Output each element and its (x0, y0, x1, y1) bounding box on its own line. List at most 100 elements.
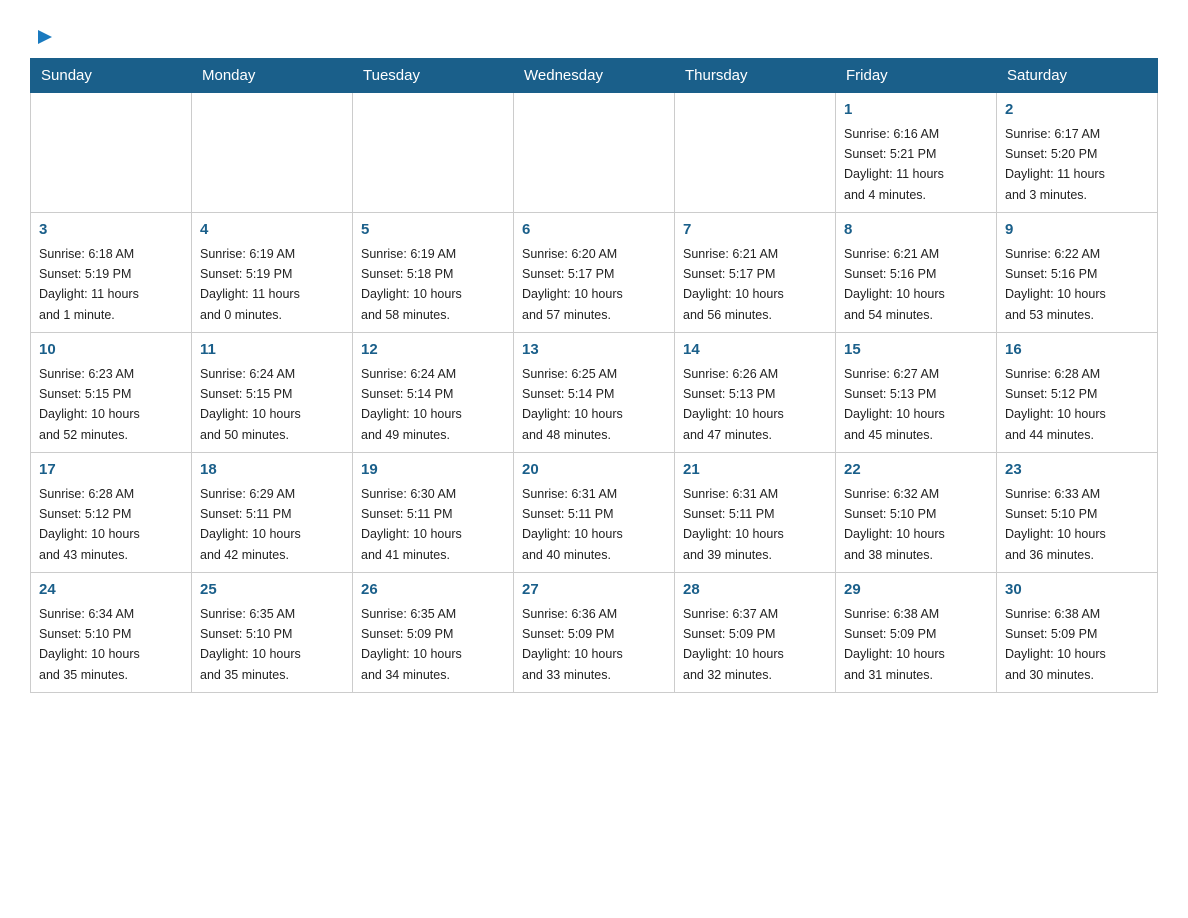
calendar-cell: 28 Sunrise: 6:37 AM Sunset: 5:09 PM Dayli… (675, 573, 836, 693)
day-number: 23 (1005, 459, 1149, 482)
calendar-cell: 16Sunrise: 6:28 AM Sunset: 5:12 PM Dayli… (997, 333, 1158, 453)
weekday-header-sunday: Sunday (31, 59, 192, 93)
day-number: 19 (361, 459, 505, 482)
calendar-cell: 30Sunrise: 6:38 AM Sunset: 5:09 PM Dayli… (997, 573, 1158, 693)
weekday-header-wednesday: Wednesday (514, 59, 675, 93)
day-number: 8 (844, 219, 988, 242)
calendar-cell (192, 93, 353, 213)
day-info: Sunrise: 6:31 AM Sunset: 5:11 PM Dayligh… (683, 487, 784, 562)
day-number: 17 (39, 459, 183, 482)
calendar-cell (353, 93, 514, 213)
day-info: Sunrise: 6:25 AM Sunset: 5:14 PM Dayligh… (522, 367, 623, 442)
calendar-cell: 26 Sunrise: 6:35 AM Sunset: 5:09 PM Dayli… (353, 573, 514, 693)
calendar-week-row: 24Sunrise: 6:34 AM Sunset: 5:10 PM Dayli… (31, 573, 1158, 693)
calendar-cell: 5 Sunrise: 6:19 AM Sunset: 5:18 PM Daylig… (353, 213, 514, 333)
calendar-cell: 10 Sunrise: 6:23 AM Sunset: 5:15 PM Dayli… (31, 333, 192, 453)
calendar-cell: 12 Sunrise: 6:24 AM Sunset: 5:14 PM Dayli… (353, 333, 514, 453)
day-number: 25 (200, 579, 344, 602)
calendar-cell: 15 Sunrise: 6:27 AM Sunset: 5:13 PM Dayli… (836, 333, 997, 453)
calendar-cell: 21 Sunrise: 6:31 AM Sunset: 5:11 PM Dayli… (675, 453, 836, 573)
calendar-header-row: SundayMondayTuesdayWednesdayThursdayFrid… (31, 59, 1158, 93)
day-number: 26 (361, 579, 505, 602)
day-info: Sunrise: 6:28 AM Sunset: 5:12 PM Dayligh… (39, 487, 140, 562)
day-info: Sunrise: 6:29 AM Sunset: 5:11 PM Dayligh… (200, 487, 301, 562)
calendar-cell: 1Sunrise: 6:16 AM Sunset: 5:21 PM Daylig… (836, 93, 997, 213)
calendar-cell: 27 Sunrise: 6:36 AM Sunset: 5:09 PM Dayli… (514, 573, 675, 693)
calendar-cell: 25Sunrise: 6:35 AM Sunset: 5:10 PM Dayli… (192, 573, 353, 693)
calendar-cell: 9 Sunrise: 6:22 AM Sunset: 5:16 PM Daylig… (997, 213, 1158, 333)
day-number: 3 (39, 219, 183, 242)
day-number: 24 (39, 579, 183, 602)
calendar-cell: 17 Sunrise: 6:28 AM Sunset: 5:12 PM Dayli… (31, 453, 192, 573)
day-number: 5 (361, 219, 505, 242)
calendar-cell: 20 Sunrise: 6:31 AM Sunset: 5:11 PM Dayli… (514, 453, 675, 573)
day-info: Sunrise: 6:30 AM Sunset: 5:11 PM Dayligh… (361, 487, 462, 562)
calendar-cell: 13Sunrise: 6:25 AM Sunset: 5:14 PM Dayli… (514, 333, 675, 453)
day-info: Sunrise: 6:23 AM Sunset: 5:15 PM Dayligh… (39, 367, 140, 442)
day-number: 27 (522, 579, 666, 602)
day-number: 16 (1005, 339, 1149, 362)
day-info: Sunrise: 6:21 AM Sunset: 5:17 PM Dayligh… (683, 247, 784, 322)
calendar-cell: 29 Sunrise: 6:38 AM Sunset: 5:09 PM Dayli… (836, 573, 997, 693)
weekday-header-monday: Monday (192, 59, 353, 93)
day-number: 15 (844, 339, 988, 362)
day-number: 22 (844, 459, 988, 482)
day-info: Sunrise: 6:24 AM Sunset: 5:14 PM Dayligh… (361, 367, 462, 442)
day-number: 1 (844, 99, 988, 122)
calendar-cell (675, 93, 836, 213)
day-info: Sunrise: 6:24 AM Sunset: 5:15 PM Dayligh… (200, 367, 301, 442)
calendar-week-row: 17 Sunrise: 6:28 AM Sunset: 5:12 PM Dayli… (31, 453, 1158, 573)
day-number: 14 (683, 339, 827, 362)
day-info: Sunrise: 6:22 AM Sunset: 5:16 PM Dayligh… (1005, 247, 1106, 322)
day-number: 29 (844, 579, 988, 602)
day-number: 18 (200, 459, 344, 482)
calendar-cell (514, 93, 675, 213)
weekday-header-thursday: Thursday (675, 59, 836, 93)
day-number: 12 (361, 339, 505, 362)
calendar-cell: 14 Sunrise: 6:26 AM Sunset: 5:13 PM Dayli… (675, 333, 836, 453)
day-number: 21 (683, 459, 827, 482)
calendar-week-row: 3 Sunrise: 6:18 AM Sunset: 5:19 PM Daylig… (31, 213, 1158, 333)
calendar-week-row: 10 Sunrise: 6:23 AM Sunset: 5:15 PM Dayli… (31, 333, 1158, 453)
day-number: 20 (522, 459, 666, 482)
day-info: Sunrise: 6:32 AM Sunset: 5:10 PM Dayligh… (844, 487, 945, 562)
weekday-header-saturday: Saturday (997, 59, 1158, 93)
day-info: Sunrise: 6:19 AM Sunset: 5:19 PM Dayligh… (200, 247, 300, 322)
day-number: 30 (1005, 579, 1149, 602)
day-info: Sunrise: 6:33 AM Sunset: 5:10 PM Dayligh… (1005, 487, 1106, 562)
calendar-cell: 22 Sunrise: 6:32 AM Sunset: 5:10 PM Dayli… (836, 453, 997, 573)
day-number: 2 (1005, 99, 1149, 122)
day-number: 4 (200, 219, 344, 242)
day-info: Sunrise: 6:26 AM Sunset: 5:13 PM Dayligh… (683, 367, 784, 442)
day-info: Sunrise: 6:17 AM Sunset: 5:20 PM Dayligh… (1005, 127, 1105, 202)
page-header (30, 24, 1158, 48)
day-info: Sunrise: 6:27 AM Sunset: 5:13 PM Dayligh… (844, 367, 945, 442)
day-info: Sunrise: 6:35 AM Sunset: 5:09 PM Dayligh… (361, 607, 462, 682)
day-info: Sunrise: 6:31 AM Sunset: 5:11 PM Dayligh… (522, 487, 623, 562)
day-number: 9 (1005, 219, 1149, 242)
day-info: Sunrise: 6:36 AM Sunset: 5:09 PM Dayligh… (522, 607, 623, 682)
calendar-cell: 23 Sunrise: 6:33 AM Sunset: 5:10 PM Dayli… (997, 453, 1158, 573)
day-number: 28 (683, 579, 827, 602)
logo-triangle-icon (32, 26, 54, 48)
day-info: Sunrise: 6:37 AM Sunset: 5:09 PM Dayligh… (683, 607, 784, 682)
calendar-week-row: 1Sunrise: 6:16 AM Sunset: 5:21 PM Daylig… (31, 93, 1158, 213)
day-info: Sunrise: 6:21 AM Sunset: 5:16 PM Dayligh… (844, 247, 945, 322)
day-info: Sunrise: 6:20 AM Sunset: 5:17 PM Dayligh… (522, 247, 623, 322)
day-info: Sunrise: 6:19 AM Sunset: 5:18 PM Dayligh… (361, 247, 462, 322)
calendar-cell: 8 Sunrise: 6:21 AM Sunset: 5:16 PM Daylig… (836, 213, 997, 333)
calendar-cell: 3 Sunrise: 6:18 AM Sunset: 5:19 PM Daylig… (31, 213, 192, 333)
day-number: 10 (39, 339, 183, 362)
calendar-cell: 24Sunrise: 6:34 AM Sunset: 5:10 PM Dayli… (31, 573, 192, 693)
day-number: 7 (683, 219, 827, 242)
calendar-cell: 7 Sunrise: 6:21 AM Sunset: 5:17 PM Daylig… (675, 213, 836, 333)
calendar-cell: 18 Sunrise: 6:29 AM Sunset: 5:11 PM Dayli… (192, 453, 353, 573)
calendar-table: SundayMondayTuesdayWednesdayThursdayFrid… (30, 58, 1158, 693)
day-number: 11 (200, 339, 344, 362)
day-info: Sunrise: 6:38 AM Sunset: 5:09 PM Dayligh… (844, 607, 945, 682)
weekday-header-tuesday: Tuesday (353, 59, 514, 93)
day-info: Sunrise: 6:18 AM Sunset: 5:19 PM Dayligh… (39, 247, 139, 322)
calendar-cell: 4 Sunrise: 6:19 AM Sunset: 5:19 PM Daylig… (192, 213, 353, 333)
calendar-cell: 19 Sunrise: 6:30 AM Sunset: 5:11 PM Dayli… (353, 453, 514, 573)
logo (30, 24, 54, 48)
